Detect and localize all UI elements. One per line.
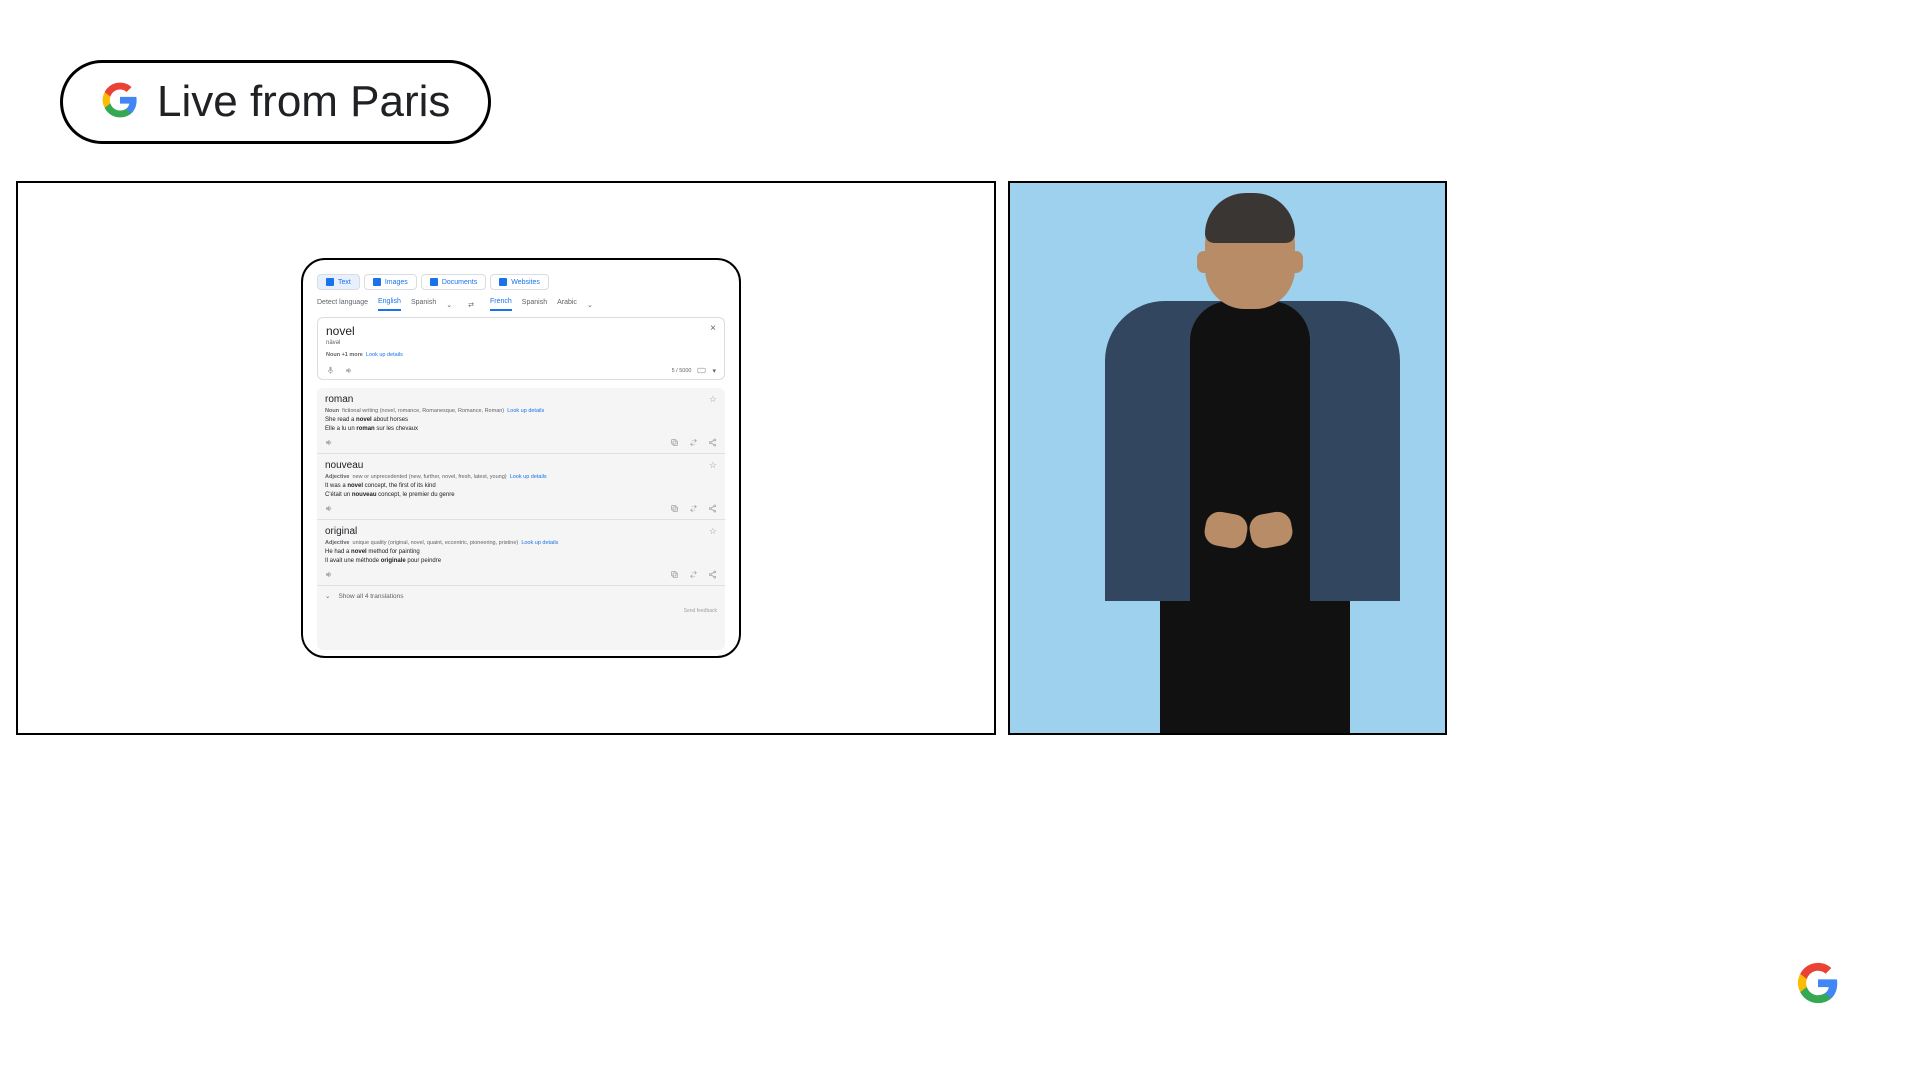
presenter-figure (1010, 183, 1445, 733)
mode-tab-text[interactable]: Text (317, 274, 360, 290)
star-icon[interactable]: ☆ (709, 394, 717, 405)
star-icon[interactable]: ☆ (709, 460, 717, 471)
lang-source-spanish[interactable]: Spanish (411, 299, 436, 310)
chevron-down-icon[interactable]: ⌄ (446, 301, 452, 309)
swap-icon[interactable] (689, 438, 698, 447)
lookup-link[interactable]: Look up details (510, 474, 547, 480)
mode-tab-images[interactable]: Images (364, 274, 417, 290)
lookup-link[interactable]: Look up details (521, 540, 558, 546)
translate-card: Text Images Documents Websites Detect la… (301, 258, 741, 658)
swap-icon[interactable] (689, 504, 698, 513)
chevron-down-icon[interactable]: ⌄ (587, 301, 593, 309)
send-feedback-link[interactable]: Send feedback (317, 606, 725, 614)
source-text[interactable]: novel (326, 324, 355, 338)
event-badge-label: Live from Paris (157, 77, 450, 127)
lookup-link[interactable]: Look up details (507, 408, 544, 414)
share-icon[interactable] (708, 570, 717, 579)
mode-tab-websites[interactable]: Websites (490, 274, 549, 290)
lang-target-arabic[interactable]: Arabic (557, 299, 577, 310)
clear-input-icon[interactable]: × (710, 324, 716, 334)
result-item: roman ☆ Noun fictional writing (novel, r… (317, 388, 725, 454)
result-title: roman (325, 394, 353, 405)
slide-panel: Text Images Documents Websites Detect la… (16, 181, 996, 735)
lang-source-english[interactable]: English (378, 298, 401, 311)
speaker-icon[interactable] (325, 570, 334, 579)
globe-icon (499, 278, 507, 286)
microphone-icon[interactable] (326, 366, 335, 375)
presenter-panel (1008, 181, 1447, 735)
source-input-box: novel nävəl × Noun +1 more Look up detai… (317, 317, 725, 380)
results-list: roman ☆ Noun fictional writing (novel, r… (317, 388, 725, 650)
lang-detect[interactable]: Detect language (317, 299, 368, 310)
share-icon[interactable] (708, 504, 717, 513)
copy-icon[interactable] (670, 504, 679, 513)
copy-icon[interactable] (670, 438, 679, 447)
speaker-icon[interactable] (325, 504, 334, 513)
chevron-down-icon: ⌄ (325, 592, 330, 600)
mode-tabs: Text Images Documents Websites (317, 274, 725, 290)
result-item: nouveau ☆ Adjective new or unprecedented… (317, 454, 725, 520)
chevron-down-icon[interactable]: ▾ (712, 367, 716, 375)
lang-target-spanish[interactable]: Spanish (522, 299, 547, 310)
speaker-icon[interactable] (345, 366, 354, 375)
result-title: nouveau (325, 460, 363, 471)
char-count: 5 / 5000 ▾ (672, 366, 716, 375)
swap-languages-icon[interactable]: ⇄ (468, 301, 474, 309)
event-badge: Live from Paris (60, 60, 491, 144)
keyboard-icon[interactable] (697, 366, 706, 375)
lang-target-french[interactable]: French (490, 298, 512, 311)
show-all-button[interactable]: ⌄ Show all 4 translations (317, 586, 725, 606)
source-pos-summary: Noun +1 more Look up details (326, 352, 716, 358)
mode-tab-documents[interactable]: Documents (421, 274, 486, 290)
share-icon[interactable] (708, 438, 717, 447)
speaker-icon[interactable] (325, 438, 334, 447)
result-item: original ☆ Adjective unique quality (ori… (317, 520, 725, 586)
lookup-link[interactable]: Look up details (366, 352, 403, 358)
language-row: Detect language English Spanish ⌄ ⇄ Fren… (317, 298, 725, 311)
result-title: original (325, 526, 357, 537)
copy-icon[interactable] (670, 570, 679, 579)
document-icon (430, 278, 438, 286)
swap-icon[interactable] (689, 570, 698, 579)
image-icon (373, 278, 381, 286)
google-g-icon (1796, 961, 1840, 1010)
star-icon[interactable]: ☆ (709, 526, 717, 537)
translate-icon (326, 278, 334, 286)
google-g-icon (101, 81, 139, 124)
source-phonetic: nävəl (326, 340, 355, 346)
